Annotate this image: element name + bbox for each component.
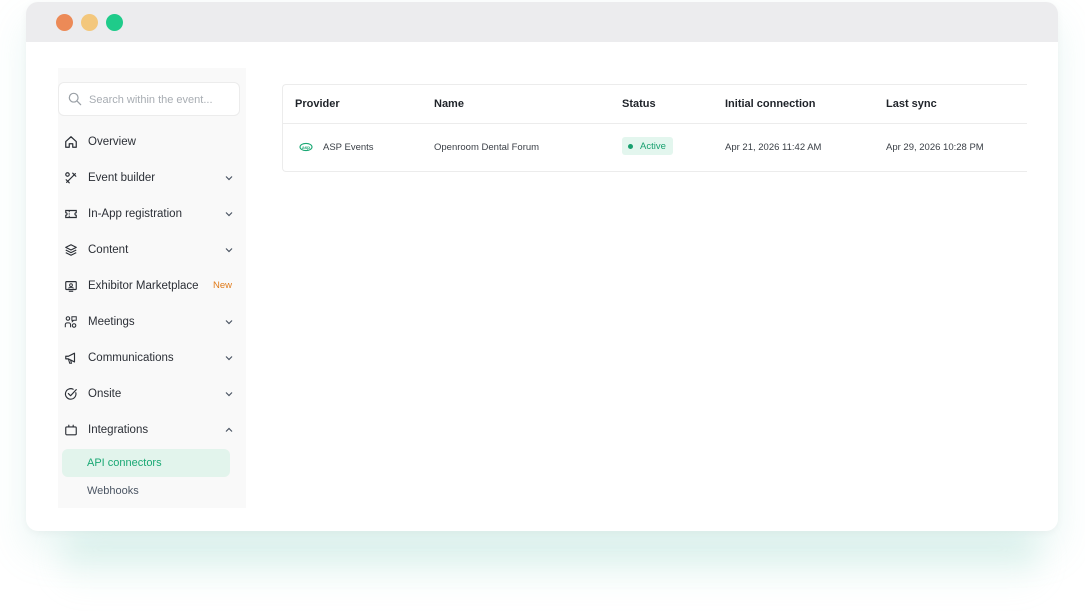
sidebar-item-exhibitor-marketplace[interactable]: Exhibitor Marketplace New xyxy=(62,273,234,299)
main-content: Provider Name Status Initial connection … xyxy=(282,84,1028,172)
sidebar-item-label: Exhibitor Marketplace xyxy=(88,280,199,292)
sidebar: Overview Event builder In-App registrati… xyxy=(58,68,246,508)
badge-check-icon xyxy=(63,387,78,402)
initial-connection-cell: Apr 21, 2026 11:42 AM xyxy=(725,142,822,153)
column-header-status[interactable]: Status xyxy=(622,98,656,110)
status-badge: Active xyxy=(622,137,673,155)
title-bar xyxy=(26,2,1058,42)
maximize-window-button[interactable] xyxy=(106,14,123,31)
search-icon xyxy=(68,92,82,106)
sidebar-item-label: Overview xyxy=(88,136,136,148)
sidebar-item-label: Onsite xyxy=(88,388,122,400)
sidebar-item-content[interactable]: Content xyxy=(62,237,234,263)
sidebar-subitem-label: API connectors xyxy=(87,457,162,469)
table-row[interactable]: asp ASP Events Openroom Dental Forum Act… xyxy=(283,124,1027,171)
home-icon xyxy=(63,135,78,150)
chevron-down-icon[interactable] xyxy=(224,353,234,363)
app-window: Overview Event builder In-App registrati… xyxy=(26,2,1058,531)
connectors-table: Provider Name Status Initial connection … xyxy=(282,84,1027,172)
status-label: Active xyxy=(640,140,666,152)
sidebar-item-label: In-App registration xyxy=(88,208,182,220)
svg-text:asp: asp xyxy=(302,145,310,150)
chevron-down-icon[interactable] xyxy=(224,317,234,327)
column-header-last-sync[interactable]: Last sync xyxy=(886,98,937,110)
sidebar-item-onsite[interactable]: Onsite xyxy=(62,381,234,407)
chevron-down-icon[interactable] xyxy=(224,389,234,399)
sidebar-item-label: Integrations xyxy=(88,424,149,436)
name-cell: Openroom Dental Forum xyxy=(434,142,540,153)
plug-icon xyxy=(63,423,78,438)
close-window-button[interactable] xyxy=(56,14,73,31)
sidebar-item-label: Meetings xyxy=(88,316,135,328)
last-sync-cell: Apr 29, 2026 10:28 PM xyxy=(886,142,984,153)
table-header: Provider Name Status Initial connection … xyxy=(283,85,1027,124)
tools-icon xyxy=(63,171,78,186)
chevron-down-icon[interactable] xyxy=(224,173,234,183)
sidebar-subitem-label: Webhooks xyxy=(87,485,139,497)
sidebar-subitem-api-connectors[interactable]: API connectors xyxy=(62,449,230,477)
layers-icon xyxy=(63,243,78,258)
search-input[interactable] xyxy=(87,90,236,110)
sidebar-item-communications[interactable]: Communications xyxy=(62,345,234,371)
sidebar-item-label: Communications xyxy=(88,352,174,364)
sidebar-item-label: Event builder xyxy=(88,172,156,184)
column-header-name[interactable]: Name xyxy=(434,98,464,110)
asp-logo-icon: asp xyxy=(299,142,313,152)
status-dot xyxy=(628,143,633,149)
chevron-down-icon[interactable] xyxy=(224,245,234,255)
chevron-down-icon[interactable] xyxy=(224,209,234,219)
sidebar-item-event-builder[interactable]: Event builder xyxy=(62,165,234,191)
meetings-icon xyxy=(63,315,78,330)
search-box[interactable] xyxy=(58,82,240,116)
megaphone-icon xyxy=(63,351,78,366)
sidebar-item-in-app-registration[interactable]: In-App registration xyxy=(62,201,234,227)
sidebar-item-label: Content xyxy=(88,244,129,256)
chevron-up-icon[interactable] xyxy=(224,425,234,435)
column-header-provider[interactable]: Provider xyxy=(295,98,340,110)
sidebar-item-integrations[interactable]: Integrations xyxy=(62,417,234,443)
storefront-icon xyxy=(63,279,78,294)
window-shadow xyxy=(60,532,1040,592)
sidebar-subitem-webhooks[interactable]: Webhooks xyxy=(62,477,230,505)
sidebar-item-meetings[interactable]: Meetings xyxy=(62,309,234,335)
ticket-icon xyxy=(63,207,78,222)
minimize-window-button[interactable] xyxy=(81,14,98,31)
new-badge: New xyxy=(212,280,232,291)
column-header-initial-connection[interactable]: Initial connection xyxy=(725,98,815,110)
sidebar-item-overview[interactable]: Overview xyxy=(62,129,234,155)
provider-cell: ASP Events xyxy=(323,142,374,153)
